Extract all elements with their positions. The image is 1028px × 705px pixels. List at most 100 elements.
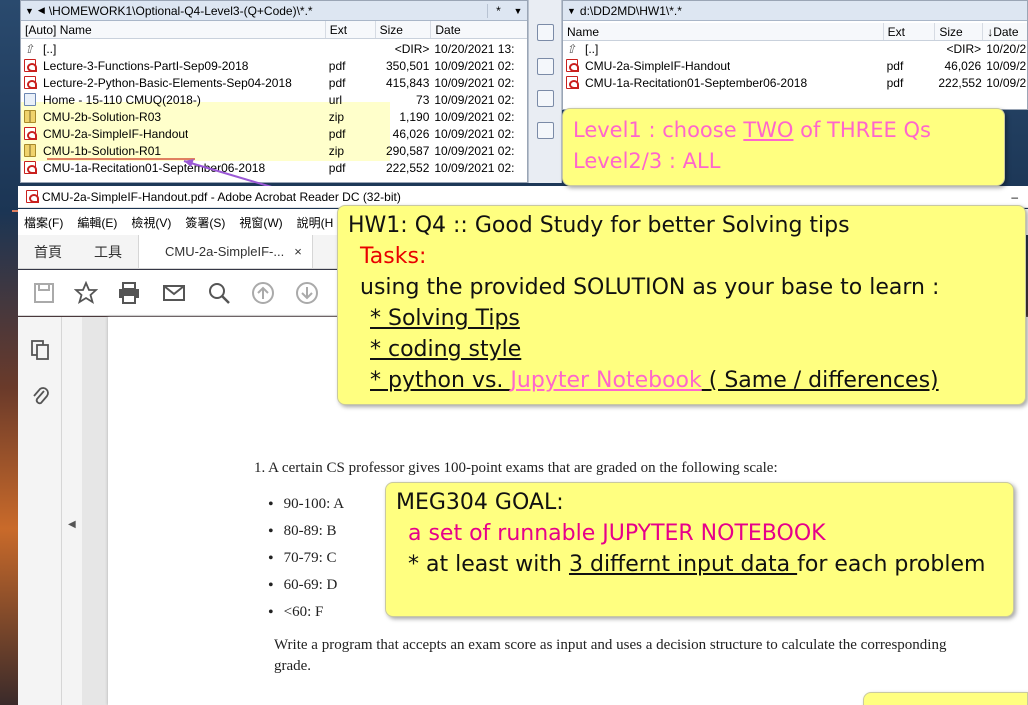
file-date: 10/09/2021 02: xyxy=(434,109,515,124)
url-icon xyxy=(24,93,36,106)
task-item: * Solving Tips xyxy=(348,303,1025,334)
filter-star[interactable]: * xyxy=(487,3,509,18)
col-size[interactable]: Size xyxy=(376,21,432,38)
search-files-icon[interactable] xyxy=(537,24,554,41)
hw1-title: HW1: Q4 :: Good Study for better Solving… xyxy=(348,213,850,238)
print-icon[interactable] xyxy=(117,281,141,305)
grade-scale-list: 90-100: A 80-89: B 70-79: C 60-69: D <60… xyxy=(268,491,344,626)
file-date: 10/09/2021 02: xyxy=(434,92,515,107)
star-bookmark-icon[interactable] xyxy=(74,281,98,305)
zip-icon xyxy=(24,144,36,157)
tab-home[interactable]: 首頁 xyxy=(18,235,78,268)
chevron-down-icon[interactable]: ▼ xyxy=(509,6,527,16)
col-date[interactable]: ↓Date xyxy=(983,23,1027,40)
col-ext[interactable]: Ext xyxy=(884,23,936,40)
grade-item: <60: F xyxy=(268,599,344,626)
window-title: CMU-2a-SimpleIF-Handout.pdf - Adobe Acro… xyxy=(42,189,401,204)
file-row[interactable]: CMU-1a-Recitation01-September06-2018 pdf… xyxy=(563,74,1027,91)
tab-document[interactable]: CMU-2a-SimpleIF-... × xyxy=(138,235,313,268)
menu-file[interactable]: 檔案(F) xyxy=(24,214,63,231)
file-ext: pdf xyxy=(886,58,904,73)
file-row[interactable]: CMU-2a-SimpleIF-Handout pdf 46,026 10/09… xyxy=(21,125,527,142)
file-row[interactable]: Lecture-2-Python-Basic-Elements-Sep04-20… xyxy=(21,74,527,91)
pdf-icon xyxy=(566,76,579,89)
col-size[interactable]: Size xyxy=(935,23,984,40)
zoom-search-icon[interactable] xyxy=(207,281,231,305)
edit-file-icon[interactable] xyxy=(537,58,554,75)
attachment-icon[interactable] xyxy=(30,385,50,407)
task-text: ( Same / differences) xyxy=(701,368,939,393)
task-text: * python vs. xyxy=(370,368,511,393)
col-name[interactable]: [Auto] Name xyxy=(21,21,326,38)
goal-title: MEG304 GOAL: xyxy=(396,490,564,515)
tab-document-label: CMU-2a-SimpleIF-... xyxy=(165,244,285,259)
file-row[interactable]: Home - 15-110 CMUQ(2018-) url 73 10/09/2… xyxy=(21,91,527,108)
file-size: 290,587 xyxy=(385,143,430,158)
collapse-left-icon[interactable]: ◀ xyxy=(68,519,76,530)
file-ext: pdf xyxy=(328,75,346,90)
file-name: CMU-2a-SimpleIF-Handout xyxy=(43,126,189,141)
file-ext: zip xyxy=(328,143,345,158)
chevron-down-icon[interactable]: ▼ xyxy=(25,6,34,16)
level-line-1: Level1 : choose TWO of THREE Qs xyxy=(573,115,1004,146)
file-date: 10/09/2021 02: xyxy=(434,75,515,90)
file-row[interactable]: ⇧ [..] <DIR> 10/20/2 xyxy=(563,40,1027,57)
file-size: 73 xyxy=(416,92,430,107)
task-text: * coding style xyxy=(370,337,522,362)
menu-help[interactable]: 說明(H xyxy=(297,214,334,231)
left-path-bar[interactable]: ▼ ◀ \HOMEWORK1\Optional-Q4-Level3-(Q+Cod… xyxy=(21,1,527,21)
goal-text: * at least with xyxy=(408,552,569,577)
file-ext: pdf xyxy=(886,75,904,90)
task-text: * Solving Tips xyxy=(370,306,520,331)
chevron-down-icon[interactable]: ▼ xyxy=(567,6,576,16)
back-triangle-icon[interactable]: ◀ xyxy=(38,5,45,16)
col-ext[interactable]: Ext xyxy=(326,21,376,38)
file-row[interactable]: ⇧ [..] <DIR> 10/20/2021 13: xyxy=(21,40,527,57)
file-ext: url xyxy=(328,92,343,107)
page-thumbnails-icon[interactable] xyxy=(30,339,50,361)
grade-item: 70-79: C xyxy=(268,545,344,572)
goal-line-2: * at least with 3 differnt input data fo… xyxy=(396,549,1013,580)
tab-tools[interactable]: 工具 xyxy=(78,235,138,268)
file-size: 222,552 xyxy=(938,75,982,90)
file-row[interactable]: CMU-2a-SimpleIF-Handout pdf 46,026 10/09… xyxy=(563,57,1027,74)
pdf-icon xyxy=(24,59,37,72)
file-date: 10/20/2021 13: xyxy=(434,41,515,56)
col-name[interactable]: Name xyxy=(563,23,884,40)
file-size: 46,026 xyxy=(392,126,430,141)
minimize-button[interactable]: – xyxy=(1011,190,1018,204)
task-item: * python vs. Jupyter Notebook ( Same / d… xyxy=(348,365,1025,396)
file-row[interactable]: Lecture-3-Functions-PartI-Sep09-2018 pdf… xyxy=(21,57,527,74)
save-icon[interactable] xyxy=(32,281,56,305)
file-name: [..] xyxy=(585,41,599,56)
email-icon[interactable] xyxy=(162,281,186,305)
file-name: CMU-1b-Solution-R01 xyxy=(43,143,162,158)
pdf-file-icon[interactable] xyxy=(537,122,554,139)
right-path-bar[interactable]: ▼ d:\DD2MD\HW1\*.* xyxy=(563,1,1027,21)
menu-view[interactable]: 檢視(V) xyxy=(131,214,171,231)
goal-emphasis: 3 differnt input data xyxy=(568,552,798,577)
level-text: of THREE Qs xyxy=(793,118,931,142)
copy-files-icon[interactable] xyxy=(537,90,554,107)
page-down-icon[interactable] xyxy=(295,281,319,305)
close-tab-icon[interactable]: × xyxy=(294,244,302,259)
pdf-icon xyxy=(24,161,37,174)
parent-dir-icon: ⇧ xyxy=(24,42,35,56)
sidebar-collapse[interactable]: ◀ xyxy=(62,317,82,705)
file-row[interactable]: CMU-2b-Solution-R03 zip 1,190 10/09/2021… xyxy=(21,108,527,125)
problem-statement: 1. A certain CS professor gives 100-poin… xyxy=(254,460,778,476)
acrobat-toolbar xyxy=(18,270,338,316)
file-ext: pdf xyxy=(328,126,346,141)
tasks-base: using the provided SOLUTION as your base… xyxy=(360,275,940,300)
right-column-headers: Name Ext Size ↓Date xyxy=(563,23,1027,41)
goal-line-1: a set of runnable JUPYTER NOTEBOOK xyxy=(408,521,826,546)
annotation-underline xyxy=(47,158,195,160)
page-up-icon[interactable] xyxy=(251,281,275,305)
menu-window[interactable]: 視窗(W) xyxy=(239,214,282,231)
grade-item: 80-89: B xyxy=(268,518,344,545)
col-date[interactable]: Date xyxy=(431,21,527,38)
menu-edit[interactable]: 編輯(E) xyxy=(77,214,117,231)
menu-sign[interactable]: 簽署(S) xyxy=(185,214,225,231)
grade-item: 60-69: D xyxy=(268,572,344,599)
file-size: 350,501 xyxy=(385,58,430,73)
